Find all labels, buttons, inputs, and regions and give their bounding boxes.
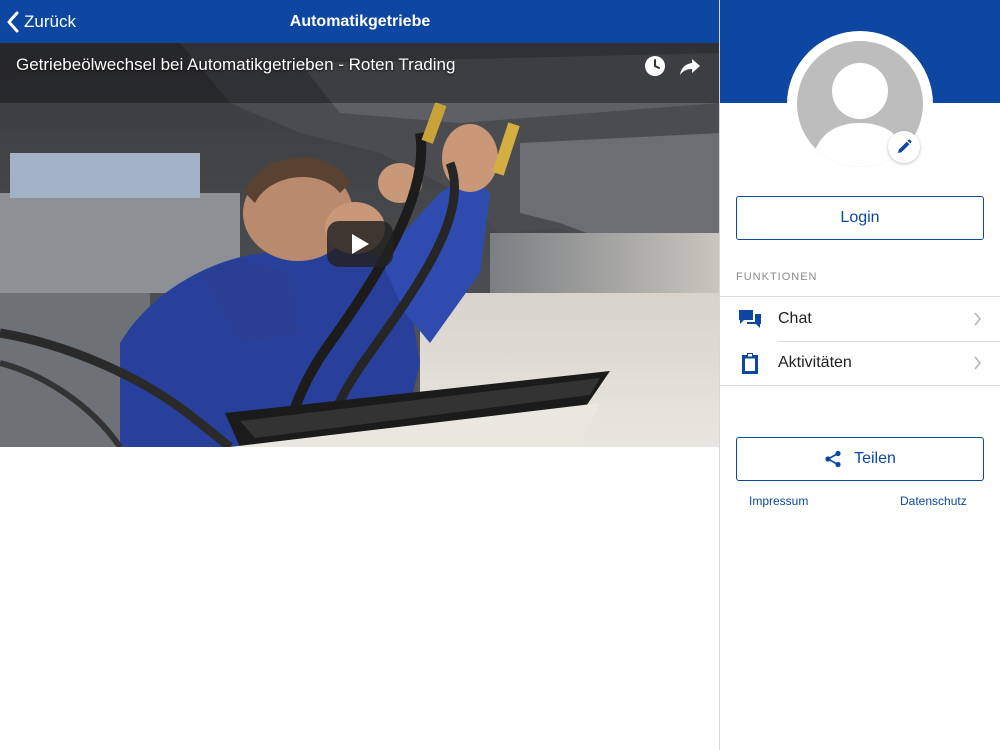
menu-item-aktivitaeten[interactable]: Aktivitäten	[720, 341, 1000, 385]
video-player[interactable]: Getriebeölwechsel bei Automatikgetrieben…	[0, 43, 720, 447]
menu-item-chat-label: Chat	[778, 310, 812, 327]
chat-bubbles-icon	[739, 310, 761, 328]
video-title: Getriebeölwechsel bei Automatikgetrieben…	[16, 55, 456, 74]
menu-divider	[720, 385, 1000, 386]
main-pane: Zurück Automatikgetriebe Getriebeölwechs…	[0, 0, 720, 750]
chevron-right-icon	[974, 356, 982, 370]
menu-item-aktivitaeten-label: Aktivitäten	[778, 354, 852, 371]
share-icon	[825, 450, 841, 468]
share-button[interactable]: Teilen	[736, 437, 984, 481]
login-button[interactable]: Login	[736, 196, 984, 240]
clock-icon	[645, 56, 665, 76]
back-button[interactable]: Zurück	[6, 8, 76, 35]
share-arrow-icon	[680, 59, 700, 75]
chevron-right-icon	[974, 312, 982, 326]
menu-item-chat[interactable]: Chat	[720, 297, 1000, 341]
functions-section-label: FUNKTIONEN	[736, 271, 818, 283]
impressum-link[interactable]: Impressum	[749, 494, 808, 508]
top-navigation-bar: Zurück Automatikgetriebe	[0, 0, 720, 43]
play-icon	[352, 234, 369, 254]
datenschutz-link[interactable]: Datenschutz	[900, 494, 967, 508]
chevron-left-icon	[7, 11, 19, 32]
back-button-label: Zurück	[24, 11, 76, 31]
page-title: Automatikgetriebe	[289, 13, 431, 30]
watch-later-button[interactable]	[643, 54, 667, 78]
pencil-icon	[898, 139, 912, 153]
share-button-label: Teilen	[854, 450, 896, 467]
side-panel: Login FUNKTIONEN Chat Aktivitäten Teilen…	[720, 0, 1000, 750]
clipboard-icon	[742, 353, 758, 374]
edit-profile-button[interactable]	[888, 131, 920, 163]
share-video-button[interactable]	[678, 54, 702, 78]
play-button[interactable]	[327, 221, 393, 267]
